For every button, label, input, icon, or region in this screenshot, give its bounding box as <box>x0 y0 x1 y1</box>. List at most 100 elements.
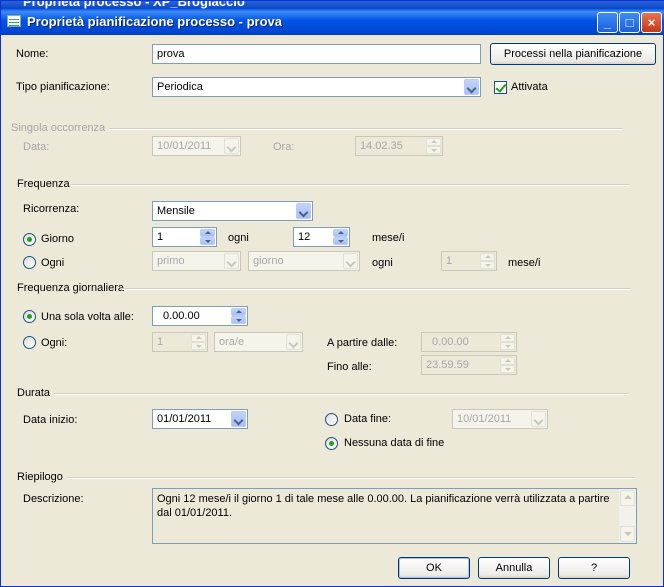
chevron-down-icon[interactable] <box>286 334 301 350</box>
spinner-icon[interactable] <box>500 334 515 350</box>
una-volta-time[interactable]: 0.00.00 <box>152 306 248 326</box>
descrizione-label: Descrizione: <box>23 493 84 505</box>
spinner-icon[interactable] <box>191 334 206 350</box>
data-fine-value: 10/01/2011 <box>457 413 512 425</box>
singola-group-label: Singola occorrenza <box>11 122 106 134</box>
tipo-select[interactable]: Periodica <box>152 77 481 97</box>
spinner-icon[interactable] <box>200 229 215 245</box>
attivata-checkbox[interactable] <box>494 81 507 94</box>
nome-label: Nome: <box>16 48 49 60</box>
spinner-icon[interactable] <box>426 138 441 154</box>
ricorrenza-value: Mensile <box>157 205 195 217</box>
ogni-ora-value: 1 <box>157 336 164 348</box>
una-volta-value: 0.00.00 <box>163 310 200 322</box>
processi-button[interactable]: Processi nella pianificazione <box>490 43 656 65</box>
una-volta-label: Una sola volta alle: <box>41 311 134 323</box>
schedule-icon <box>7 15 21 27</box>
data-value: 10/01/2011 <box>157 140 212 152</box>
spinner-icon[interactable] <box>480 253 495 269</box>
data-fine-label: Data fine: <box>344 413 392 425</box>
tipo-value: Periodica <box>157 81 203 93</box>
tipo-label: Tipo pianificazione: <box>16 81 110 93</box>
spinner-icon[interactable] <box>231 308 246 324</box>
ogni-ora-spinner[interactable]: 1 <box>152 332 208 352</box>
giorno-radio[interactable] <box>23 233 36 246</box>
mesi-spinner[interactable]: 12 <box>293 227 350 247</box>
primo-select[interactable]: primo <box>152 251 241 271</box>
ricorrenza-select[interactable]: Mensile <box>152 201 313 221</box>
close-button[interactable]: × <box>641 12 662 33</box>
background-window-title: Proprietà processo - XP_Broglaccio <box>23 1 245 9</box>
ok-button[interactable]: OK <box>398 557 470 579</box>
giorno-select-value: giorno <box>253 255 284 267</box>
primo-value: primo <box>157 255 185 267</box>
window-title: Proprietà pianificazione processo - prov… <box>27 14 283 29</box>
background-window-titlebar: Proprietà processo - XP_Broglaccio <box>1 1 664 9</box>
data-fine-select[interactable]: 10/01/2011 <box>452 409 548 429</box>
chevron-down-icon[interactable] <box>464 79 479 95</box>
dialog-window: Proprietà processo - XP_Broglaccio Propr… <box>0 0 664 587</box>
divider <box>54 393 629 395</box>
durata-group-label: Durata <box>17 387 51 399</box>
ora-value: 14.02.35 <box>360 140 403 152</box>
data-fine-radio[interactable] <box>325 413 338 426</box>
ogni3-label: ogni <box>372 257 393 269</box>
data-inizio-label: Data inizio: <box>23 414 78 426</box>
maximize-button[interactable]: □ <box>619 12 640 33</box>
attivata-label: Attivata <box>511 81 548 93</box>
mesi-label: mese/i <box>372 232 405 244</box>
chevron-down-icon[interactable] <box>531 411 546 427</box>
giornaliera-group-label: Frequenza giornaliera <box>17 282 125 294</box>
title-bar[interactable]: Proprietà pianificazione processo - prov… <box>1 9 664 35</box>
fino-time[interactable]: 23.59.59 <box>421 355 517 375</box>
ogni3-spinner[interactable]: 1 <box>441 251 497 271</box>
descrizione-textarea[interactable]: Ogni 12 mese/i il giorno 1 di tale mese … <box>152 488 637 544</box>
help-button[interactable]: ? <box>558 557 630 579</box>
giorno-select[interactable]: giorno <box>248 251 360 271</box>
nome-input[interactable]: prova <box>152 44 481 64</box>
chevron-down-icon[interactable] <box>224 253 239 269</box>
scroll-up-icon[interactable] <box>620 490 635 506</box>
riepilogo-group-label: Riepilogo <box>17 471 63 483</box>
unit-value: ora/e <box>219 336 245 348</box>
divider <box>71 184 629 186</box>
spinner-icon[interactable] <box>500 357 515 373</box>
a-partire-time[interactable]: 0.00.00 <box>421 332 517 352</box>
spinner-icon[interactable] <box>333 229 348 245</box>
chevron-down-icon[interactable] <box>224 138 239 154</box>
ogni3-value: 1 <box>446 255 453 267</box>
vertical-scrollbar[interactable] <box>619 489 636 543</box>
giorno-label: Giorno <box>41 233 75 245</box>
ogni-radio-label: Ogni <box>41 257 65 269</box>
divider <box>109 128 623 130</box>
divider <box>122 288 631 290</box>
nessuna-fine-radio[interactable] <box>325 437 338 450</box>
data-inizio-value: 01/01/2011 <box>157 413 212 425</box>
mesi2-label: mese/i <box>508 257 541 269</box>
giorno-spinner[interactable]: 1 <box>152 227 217 247</box>
a-partire-value: 0.00.00 <box>432 336 469 348</box>
ricorrenza-label: Ricorrenza: <box>23 203 80 215</box>
mesi-value: 12 <box>298 231 311 243</box>
scroll-down-icon[interactable] <box>620 526 635 542</box>
data-inizio-select[interactable]: 01/01/2011 <box>152 409 248 429</box>
data-select[interactable]: 10/01/2011 <box>152 136 241 156</box>
divider <box>67 477 635 479</box>
ogni-label: ogni <box>228 232 249 244</box>
annulla-button[interactable]: Annulla <box>478 557 550 579</box>
ogni-ora-label: Ogni: <box>41 337 68 349</box>
ogni-ora-radio[interactable] <box>23 336 36 349</box>
data-label: Data: <box>23 141 50 153</box>
minimize-button[interactable]: _ <box>597 12 618 33</box>
chevron-down-icon[interactable] <box>296 203 311 219</box>
unit-select[interactable]: ora/e <box>214 332 303 352</box>
frequenza-group-label: Frequenza <box>17 178 70 190</box>
chevron-down-icon[interactable] <box>231 411 246 427</box>
una-volta-radio[interactable] <box>23 310 36 323</box>
descrizione-text: Ogni 12 mese/i il giorno 1 di tale mese … <box>157 493 610 519</box>
fino-value: 23.59.59 <box>426 359 469 371</box>
giorno-value: 1 <box>157 231 164 243</box>
ora-spinner[interactable]: 14.02.35 <box>355 136 443 156</box>
ogni-radio[interactable] <box>23 256 36 269</box>
chevron-down-icon[interactable] <box>343 253 358 269</box>
